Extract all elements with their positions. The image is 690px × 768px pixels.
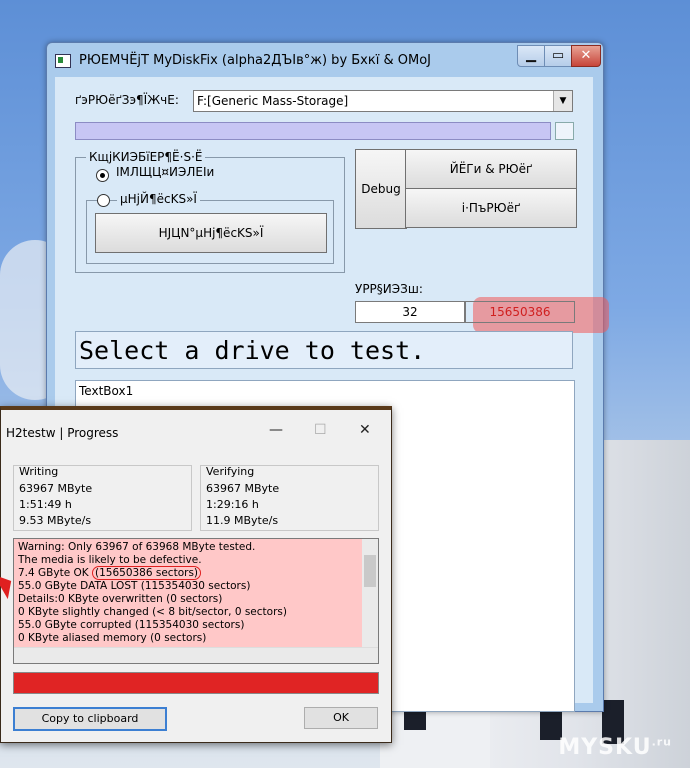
writing-panel: Writing 63967 MByte 1:51:49 h 9.53 MByte… xyxy=(13,465,192,531)
sector-start-field[interactable]: 32 xyxy=(355,301,465,323)
lowlevel-group: µНјЙ¶ёcKS»Ї НЈЦN°µНј¶ёcKS»Ї xyxy=(86,192,334,264)
minimize-button[interactable]: ▁ xyxy=(517,45,545,67)
scan-button[interactable]: НЈЦN°µНј¶ёcKS»Ї xyxy=(95,213,327,253)
status-display: Select a drive to test. xyxy=(75,331,573,369)
log-ok-sectors-highlight: (15650386 sectors) xyxy=(92,566,202,580)
writing-header: Writing xyxy=(19,465,59,478)
chevron-down-icon[interactable]: ▼ xyxy=(553,91,572,111)
verifying-size: 63967 MByte xyxy=(206,482,280,495)
writing-speed: 9.53 MByte/s xyxy=(19,514,92,527)
minimize-icon[interactable]: — xyxy=(269,422,283,438)
title-bar[interactable]: РЮЕМЧЁјТ MyDiskFix (alpha2ДЪІв°ж) by Бхк… xyxy=(47,43,603,77)
drive-select[interactable]: F:[Generic Mass-Storage] ▼ xyxy=(193,90,573,112)
window-title: РЮЕМЧЁјТ MyDiskFix (alpha2ДЪІв°ж) by Бхк… xyxy=(79,53,431,68)
h2testw-title: H2testw | Progress xyxy=(6,426,119,440)
log-horizontal-scrollbar[interactable] xyxy=(14,647,378,663)
log-line: The media is likely to be defective. xyxy=(18,554,202,566)
close-button[interactable]: ✕ xyxy=(571,45,601,67)
radio-quick-test[interactable] xyxy=(96,169,109,182)
drive-select-value: F:[Generic Mass-Storage] xyxy=(197,94,349,108)
app-icon xyxy=(55,54,71,68)
capacity-method-group: КщјКИЭБїЕР¶Ё·S·Ё ІМЛЩЦ¤ИЭЛЕІи µНјЙ¶ёcKS»… xyxy=(75,150,345,273)
log-vertical-scrollbar[interactable] xyxy=(362,539,378,647)
writing-size: 63967 MByte xyxy=(19,482,93,495)
result-progress-bar xyxy=(13,672,379,694)
verifying-speed: 11.9 MByte/s xyxy=(206,514,279,527)
progress-indicator-box xyxy=(555,122,574,140)
maximize-button[interactable]: ▭ xyxy=(544,45,572,67)
debug-button[interactable]: Debug xyxy=(355,149,407,229)
h2testw-window: H2testw | Progress — ☐ ✕ Writing 63967 M… xyxy=(0,406,392,743)
log-line: Details:0 KByte overwritten (0 sectors) xyxy=(18,593,223,605)
log-ok-text: 7.4 GByte OK xyxy=(18,567,92,579)
sector-range-label: УРР§ИЭЗш: xyxy=(355,282,423,296)
radio-lowlevel[interactable] xyxy=(97,194,110,207)
radio-lowlevel-label: µНјЙ¶ёcKS»Ї xyxy=(117,192,200,206)
log-line: Warning: Only 63967 of 63968 MByte teste… xyxy=(18,541,256,553)
result-log[interactable]: Warning: Only 63967 of 63968 MByte teste… xyxy=(13,538,379,664)
copy-to-clipboard-button[interactable]: Copy to clipboard xyxy=(13,707,167,731)
close-icon[interactable]: ✕ xyxy=(359,422,371,438)
verifying-header: Verifying xyxy=(206,465,255,478)
scroll-thumb[interactable] xyxy=(364,555,376,587)
sector-end-field[interactable]: 15650386 xyxy=(465,301,575,323)
log-line: 55.0 GByte corrupted (115354030 sectors) xyxy=(18,619,245,631)
cancel-repair-button[interactable]: і·ПъРЮёґ xyxy=(405,188,577,228)
textbox-content: TextBox1 xyxy=(79,384,134,398)
verifying-time: 1:29:16 h xyxy=(206,498,259,511)
log-line: 0 KByte slightly changed (< 8 bit/sector… xyxy=(18,606,287,618)
watermark: MYSKU.ru xyxy=(558,735,672,760)
log-line: 55.0 GByte DATA LOST (115354030 sectors) xyxy=(18,580,251,592)
maximize-icon[interactable]: ☐ xyxy=(314,422,327,438)
progress-bar xyxy=(75,122,551,140)
drive-label: ґэРЮёґЗэ¶ЇЖчЕ: xyxy=(75,93,179,107)
ok-button[interactable]: OK xyxy=(304,707,378,729)
group-title: КщјКИЭБїЕР¶Ё·S·Ё xyxy=(86,150,206,164)
radio-quick-test-label: ІМЛЩЦ¤ИЭЛЕІи xyxy=(116,165,215,179)
log-line: 0 KByte aliased memory (0 sectors) xyxy=(18,632,207,644)
log-line: 7.4 GByte OK (15650386 sectors) xyxy=(18,566,202,580)
writing-time: 1:51:49 h xyxy=(19,498,72,511)
start-repair-button[interactable]: ЙЁГи & РЮёґ xyxy=(405,149,577,189)
verifying-panel: Verifying 63967 MByte 1:29:16 h 11.9 MBy… xyxy=(200,465,379,531)
